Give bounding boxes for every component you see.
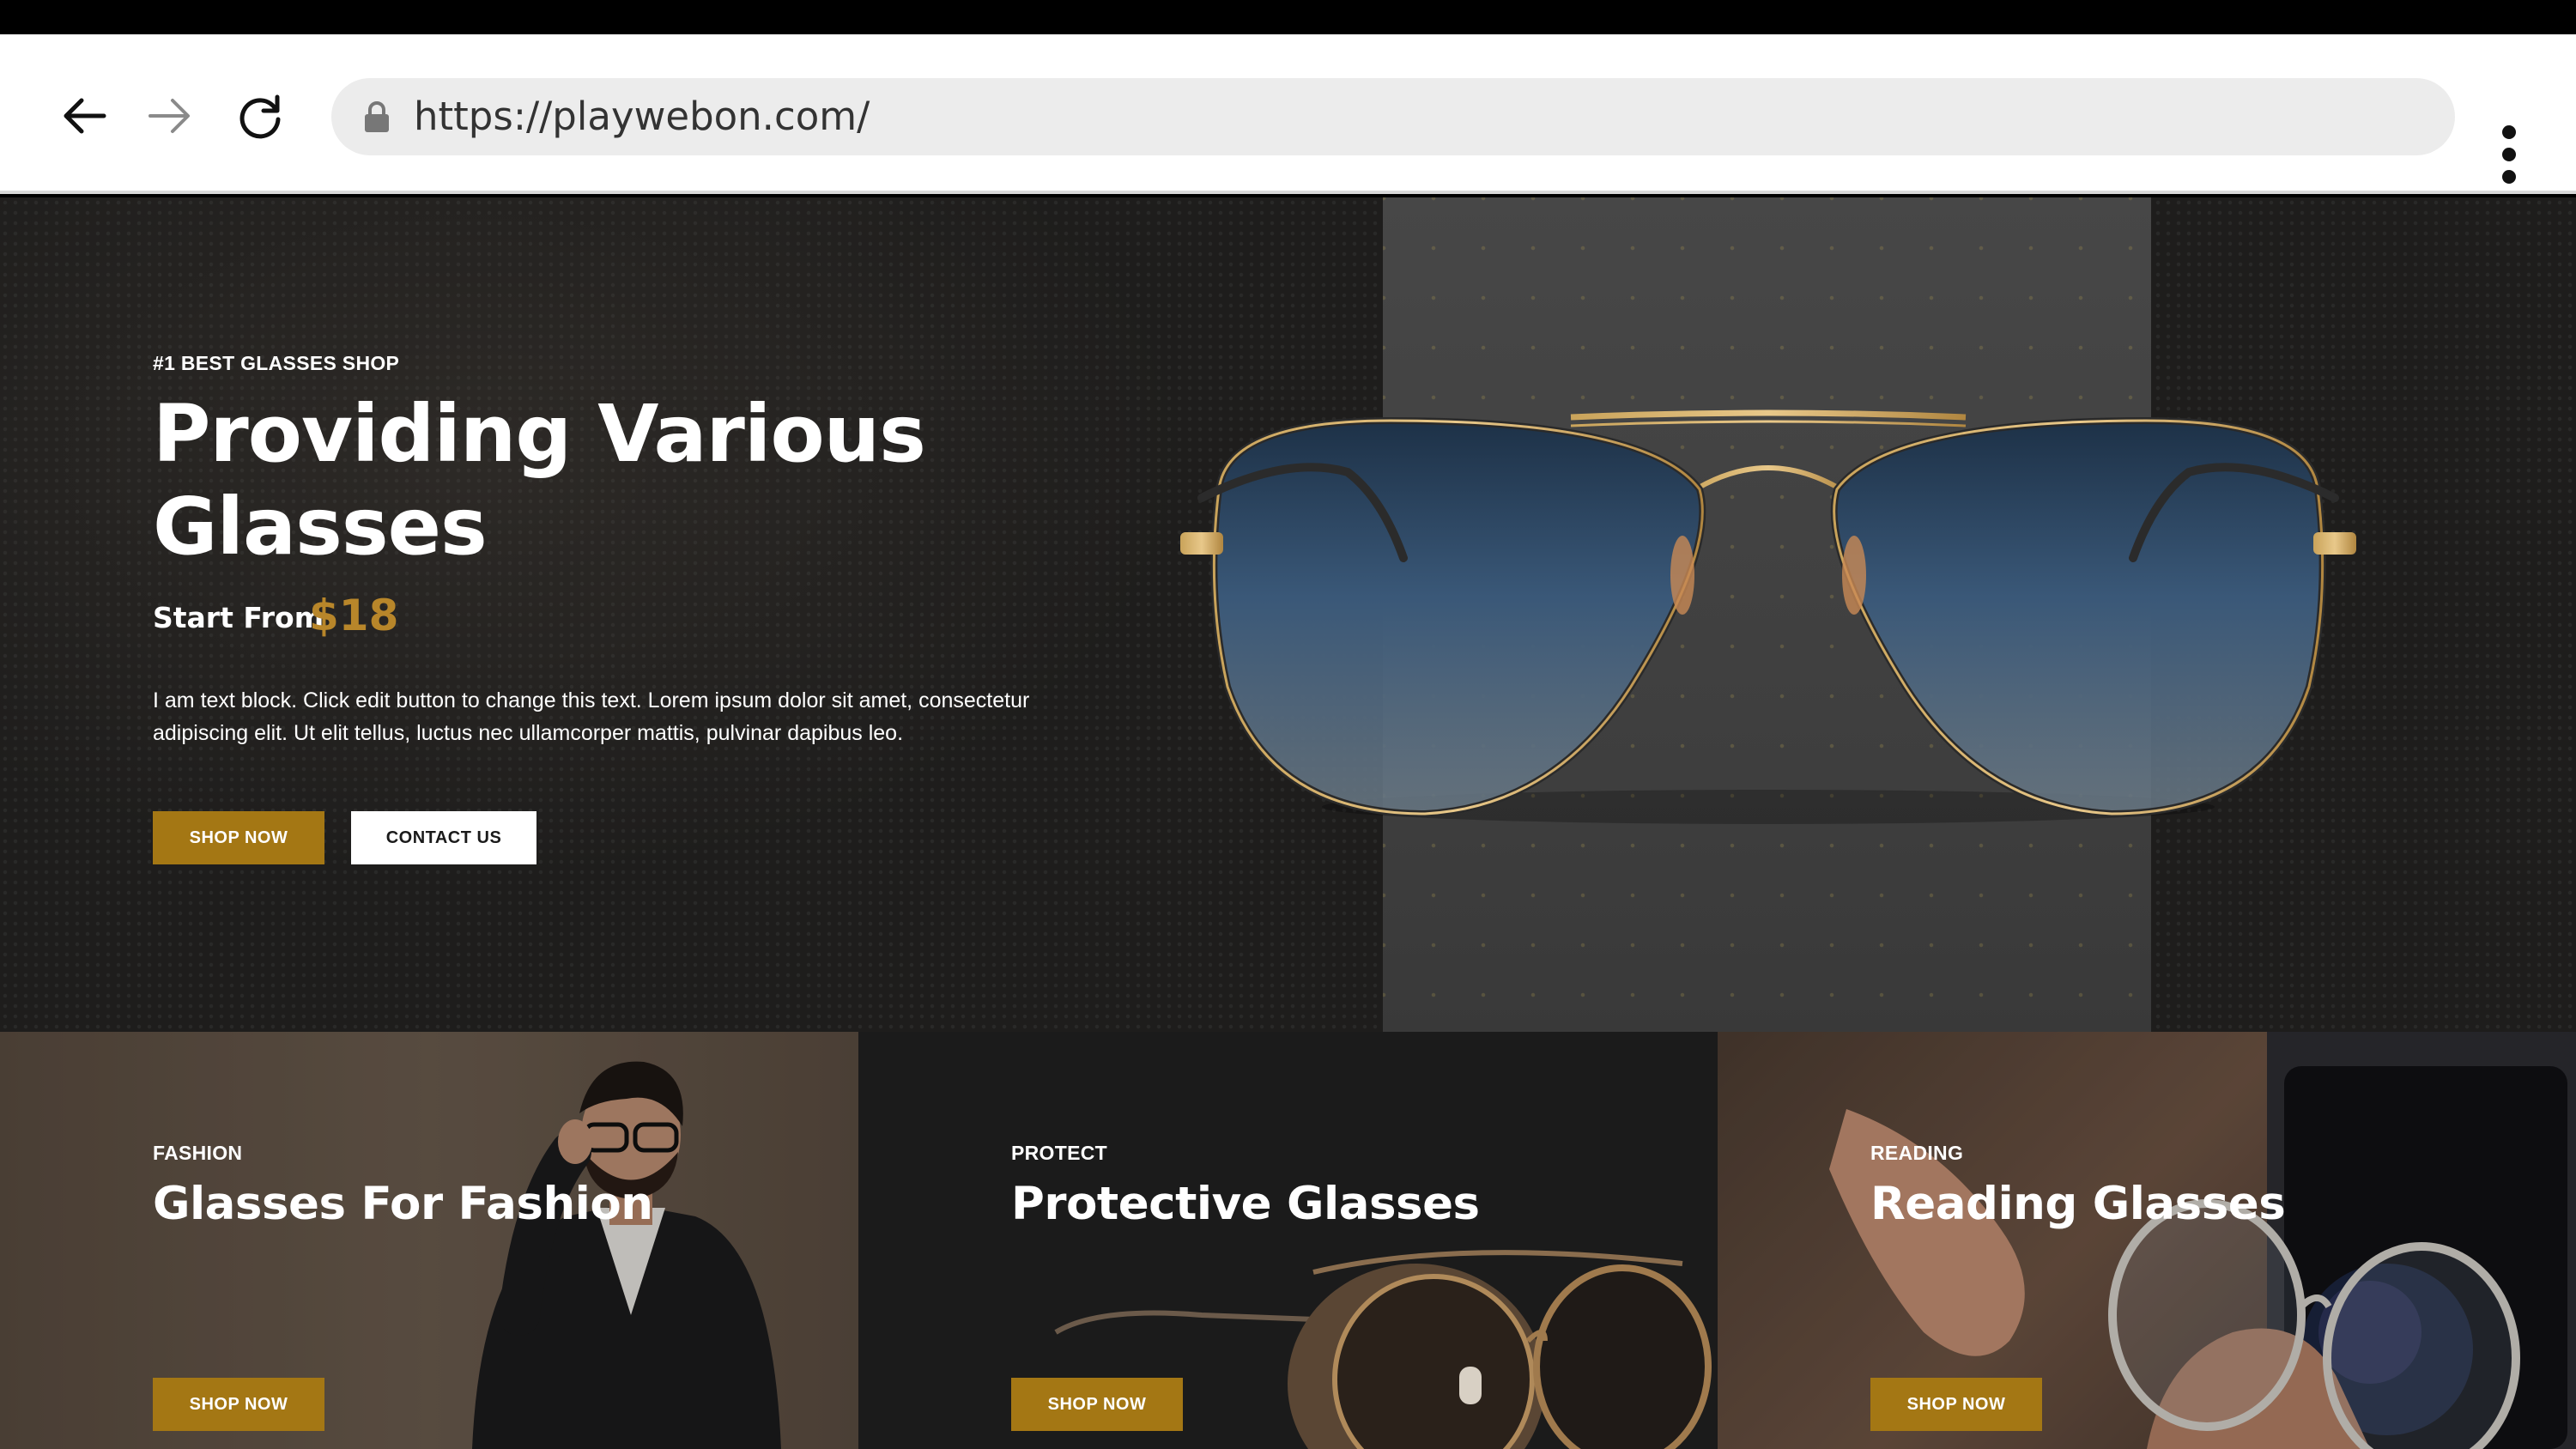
forward-button[interactable] [139,86,199,146]
category-card-fashion: FASHION Glasses For Fashion SHOP NOW [0,1032,858,1449]
hero-contact-us-button[interactable]: CONTACT US [351,811,536,864]
fashion-shop-now-button[interactable]: SHOP NOW [153,1378,324,1431]
back-arrow-icon [64,98,106,134]
card-title: Reading Glasses [1870,1178,2286,1230]
protect-shop-now-button[interactable]: SHOP NOW [1011,1378,1183,1431]
hero-section: #1 BEST GLASSES SHOP Providing Various G… [0,197,2576,1032]
lock-icon [365,101,389,132]
aviator-sunglasses-image [1180,409,2356,824]
address-bar[interactable]: https://playwebon.com/ [331,78,2455,155]
card-title: Protective Glasses [1011,1178,1480,1230]
forward-arrow-icon [148,99,190,133]
hero-title: Providing Various Glasses [153,388,926,573]
status-bar [0,0,2576,34]
reload-button[interactable] [230,86,290,146]
card-kicker: FASHION [153,1142,243,1164]
hero-price-label: Start From [153,601,324,634]
card-kicker: PROTECT [1011,1142,1107,1164]
card-kicker: READING [1870,1142,1964,1164]
url-text: https://playwebon.com/ [414,94,870,139]
reload-icon [239,94,281,139]
card-title: Glasses For Fashion [153,1178,653,1230]
hero-description: I am text block. Click edit button to ch… [153,688,1030,745]
back-button[interactable] [55,86,115,146]
hero-price: $18 [309,591,399,640]
hero-kicker: #1 BEST GLASSES SHOP [153,352,400,374]
hero-shop-now-button[interactable]: SHOP NOW [153,811,324,864]
reading-shop-now-button[interactable]: SHOP NOW [1870,1378,2042,1431]
browser-menu-button[interactable] [2489,120,2532,189]
category-card-protect: PROTECT Protective Glasses SHOP NOW [858,1032,1718,1449]
category-card-reading: READING Reading Glasses SHOP NOW [1718,1032,2576,1449]
more-vert-icon [2502,125,2516,139]
browser-toolbar: https://playwebon.com/ [0,34,2576,194]
